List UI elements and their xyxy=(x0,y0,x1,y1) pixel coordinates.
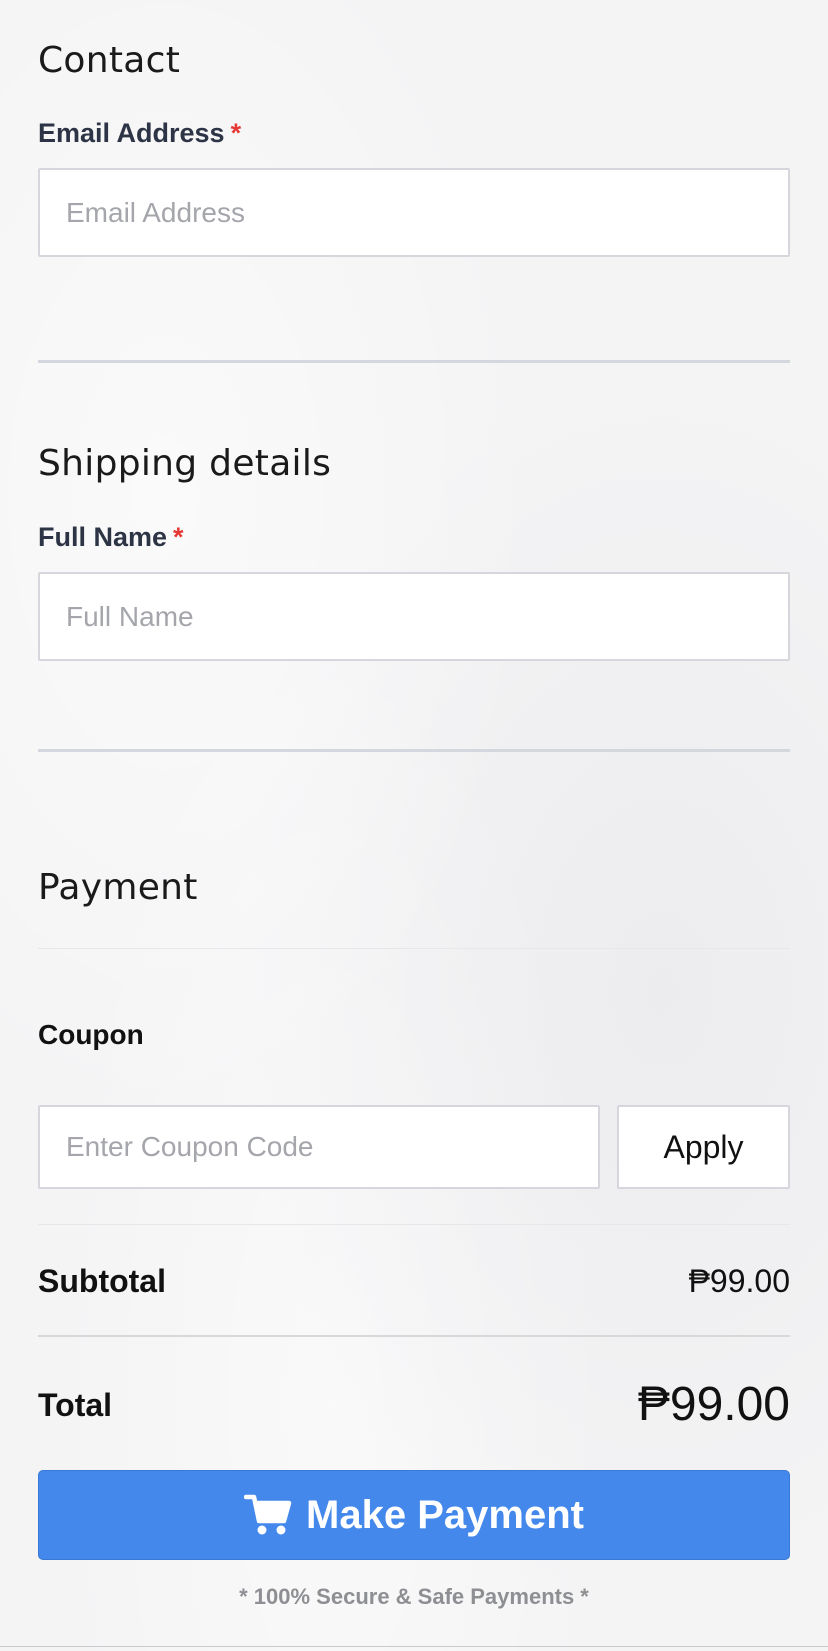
email-input[interactable] xyxy=(38,168,790,257)
coupon-divider xyxy=(38,1224,790,1225)
bottom-divider xyxy=(0,1646,828,1647)
full-name-label: Full Name * xyxy=(38,524,184,551)
contact-section-title: Contact xyxy=(38,40,181,81)
payment-title-divider xyxy=(38,948,790,949)
full-name-required-marker: * xyxy=(173,522,184,552)
coupon-input[interactable] xyxy=(38,1105,600,1189)
make-payment-label: Make Payment xyxy=(306,1492,584,1537)
email-label: Email Address * xyxy=(38,120,241,147)
shipping-section-title: Shipping details xyxy=(38,443,332,484)
coupon-label: Coupon xyxy=(38,1019,144,1050)
subtotal-value: ₱99.00 xyxy=(688,1263,790,1299)
full-name-input[interactable] xyxy=(38,572,790,661)
secure-payment-note: * 100% Secure & Safe Payments * xyxy=(239,1584,589,1609)
email-required-marker: * xyxy=(230,118,242,148)
shopping-cart-icon xyxy=(244,1494,292,1535)
full-name-label-text: Full Name xyxy=(38,522,168,552)
contact-divider xyxy=(38,360,790,363)
subtotal-divider xyxy=(38,1335,790,1337)
email-label-text: Email Address xyxy=(38,118,225,148)
make-payment-button[interactable]: Make Payment xyxy=(38,1470,790,1560)
total-value: ₱99.00 xyxy=(637,1378,790,1431)
payment-section-title: Payment xyxy=(38,867,198,908)
apply-coupon-button[interactable]: Apply xyxy=(617,1105,790,1189)
shipping-divider xyxy=(38,749,790,752)
subtotal-label: Subtotal xyxy=(38,1263,166,1299)
total-label: Total xyxy=(38,1387,113,1423)
